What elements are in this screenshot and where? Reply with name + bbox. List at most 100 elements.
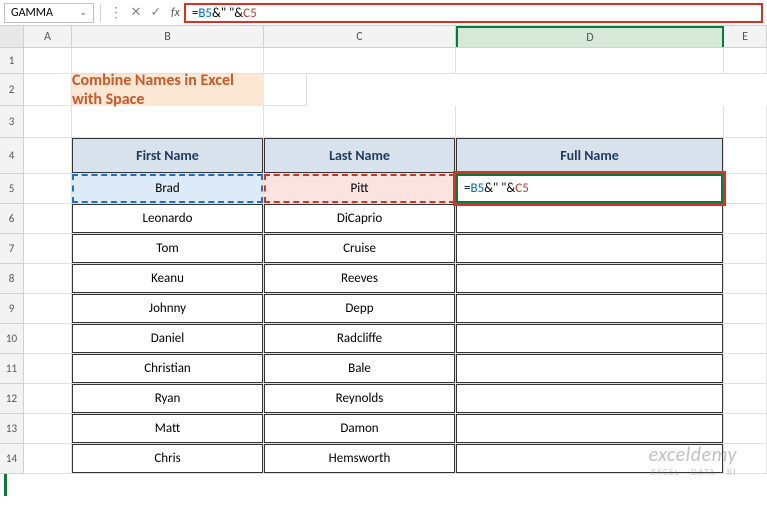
cell-b14[interactable]: Chris	[72, 444, 264, 474]
row-header-12[interactable]: 12	[0, 384, 24, 414]
name-box[interactable]: GAMMA ⌄	[4, 3, 94, 23]
cell-e13[interactable]	[724, 414, 767, 444]
cell-e2[interactable]	[264, 74, 307, 106]
col-header-c[interactable]: C	[264, 26, 456, 47]
cell-a1[interactable]	[24, 48, 72, 74]
cell-c12[interactable]: Reynolds	[264, 384, 456, 414]
cell-d10-value	[456, 324, 723, 353]
cell-d10[interactable]	[456, 324, 724, 354]
cell-a12[interactable]	[24, 384, 72, 414]
cell-e12[interactable]	[724, 384, 767, 414]
cell-c13-value: Damon	[264, 414, 455, 443]
cell-d5[interactable]: =B5&" "&C5	[456, 174, 724, 204]
cell-b13[interactable]: Matt	[72, 414, 264, 444]
cell-d7[interactable]	[456, 234, 724, 264]
cell-e6[interactable]	[724, 204, 767, 234]
cell-c5[interactable]: Pitt	[264, 174, 456, 204]
row-header-9[interactable]: 9	[0, 294, 24, 324]
cell-e1[interactable]	[724, 48, 767, 74]
cell-a9[interactable]	[24, 294, 72, 324]
row-header-14[interactable]: 14	[0, 444, 24, 474]
active-cell-d5[interactable]: =B5&" "&C5	[456, 174, 723, 203]
row-header-8[interactable]: 8	[0, 264, 24, 294]
cell-c13[interactable]: Damon	[264, 414, 456, 444]
cell-a11[interactable]	[24, 354, 72, 384]
cell-c10[interactable]: Radcliffe	[264, 324, 456, 354]
cell-d1[interactable]	[456, 48, 724, 74]
cell-c4[interactable]: Last Name	[264, 138, 456, 174]
cell-e9[interactable]	[724, 294, 767, 324]
row-header-7[interactable]: 7	[0, 234, 24, 264]
cell-b6[interactable]: Leonardo	[72, 204, 264, 234]
row-header-13[interactable]: 13	[0, 414, 24, 444]
cell-b11[interactable]: Christian	[72, 354, 264, 384]
ac-ref-c5: C5	[515, 181, 529, 196]
row-header-2[interactable]: 2	[0, 74, 24, 106]
cell-b2[interactable]: Combine Names in Excel with Space	[72, 74, 264, 106]
row-header-5[interactable]: 5	[0, 174, 24, 204]
confirm-button[interactable]: ✓	[147, 4, 165, 22]
cell-c11[interactable]: Bale	[264, 354, 456, 384]
col-header-d[interactable]: D	[456, 26, 724, 47]
cell-c1[interactable]	[264, 48, 456, 74]
cell-e8[interactable]	[724, 264, 767, 294]
row-header-10[interactable]: 10	[0, 324, 24, 354]
cell-a8[interactable]	[24, 264, 72, 294]
cell-b7[interactable]: Tom	[72, 234, 264, 264]
cell-b4[interactable]: First Name	[72, 138, 264, 174]
formula-input[interactable]: =B5&" "&C5	[184, 3, 763, 23]
cell-e4[interactable]	[724, 138, 767, 174]
chevron-down-icon[interactable]: ⌄	[79, 7, 87, 18]
cell-d4[interactable]: Full Name	[456, 138, 724, 174]
watermark-sub: EXCEL · DATA · BI	[649, 467, 737, 478]
cell-d9[interactable]	[456, 294, 724, 324]
cell-a6[interactable]	[24, 204, 72, 234]
cancel-button[interactable]: ✕	[127, 4, 145, 22]
row-header-3[interactable]: 3	[0, 106, 24, 138]
cell-a10[interactable]	[24, 324, 72, 354]
cell-a14[interactable]	[24, 444, 72, 474]
cell-c7[interactable]: Cruise	[264, 234, 456, 264]
cell-d12[interactable]	[456, 384, 724, 414]
cell-a3[interactable]	[24, 106, 72, 138]
cell-e11[interactable]	[724, 354, 767, 384]
cell-a5[interactable]	[24, 174, 72, 204]
cell-b5[interactable]: Brad	[72, 174, 264, 204]
cell-c8[interactable]: Reeves	[264, 264, 456, 294]
cell-c10-value: Radcliffe	[264, 324, 455, 353]
cell-e10[interactable]	[724, 324, 767, 354]
cell-b9[interactable]: Johnny	[72, 294, 264, 324]
col-header-a[interactable]: A	[24, 26, 72, 47]
cell-b10[interactable]: Daniel	[72, 324, 264, 354]
cell-c14[interactable]: Hemsworth	[264, 444, 456, 474]
cell-c3[interactable]	[264, 106, 456, 138]
cell-a2[interactable]	[24, 74, 72, 106]
cell-d11[interactable]	[456, 354, 724, 384]
row-header-11[interactable]: 11	[0, 354, 24, 384]
cell-d6[interactable]	[456, 204, 724, 234]
cell-e7[interactable]	[724, 234, 767, 264]
cell-e3[interactable]	[724, 106, 767, 138]
cell-d8[interactable]	[456, 264, 724, 294]
cell-b12[interactable]: Ryan	[72, 384, 264, 414]
fx-icon[interactable]: fx	[171, 6, 180, 20]
cell-c9[interactable]: Depp	[264, 294, 456, 324]
col-header-e[interactable]: E	[724, 26, 767, 47]
check-icon: ✓	[151, 5, 162, 20]
cell-d3[interactable]	[456, 106, 724, 138]
cell-b8[interactable]: Keanu	[72, 264, 264, 294]
row-header-4[interactable]: 4	[0, 138, 24, 174]
cell-b3[interactable]	[72, 106, 264, 138]
cell-a7[interactable]	[24, 234, 72, 264]
cell-e5[interactable]	[724, 174, 767, 204]
cell-a13[interactable]	[24, 414, 72, 444]
cell-d13[interactable]	[456, 414, 724, 444]
cell-a4[interactable]	[24, 138, 72, 174]
row-header-1[interactable]: 1	[0, 48, 24, 74]
row-header-6[interactable]: 6	[0, 204, 24, 234]
dots-icon[interactable]: ⋮	[107, 4, 125, 21]
col-header-b[interactable]: B	[72, 26, 264, 47]
cell-d8-value	[456, 264, 723, 293]
cell-c6[interactable]: DiCaprio	[264, 204, 456, 234]
select-all-corner[interactable]	[0, 26, 24, 47]
